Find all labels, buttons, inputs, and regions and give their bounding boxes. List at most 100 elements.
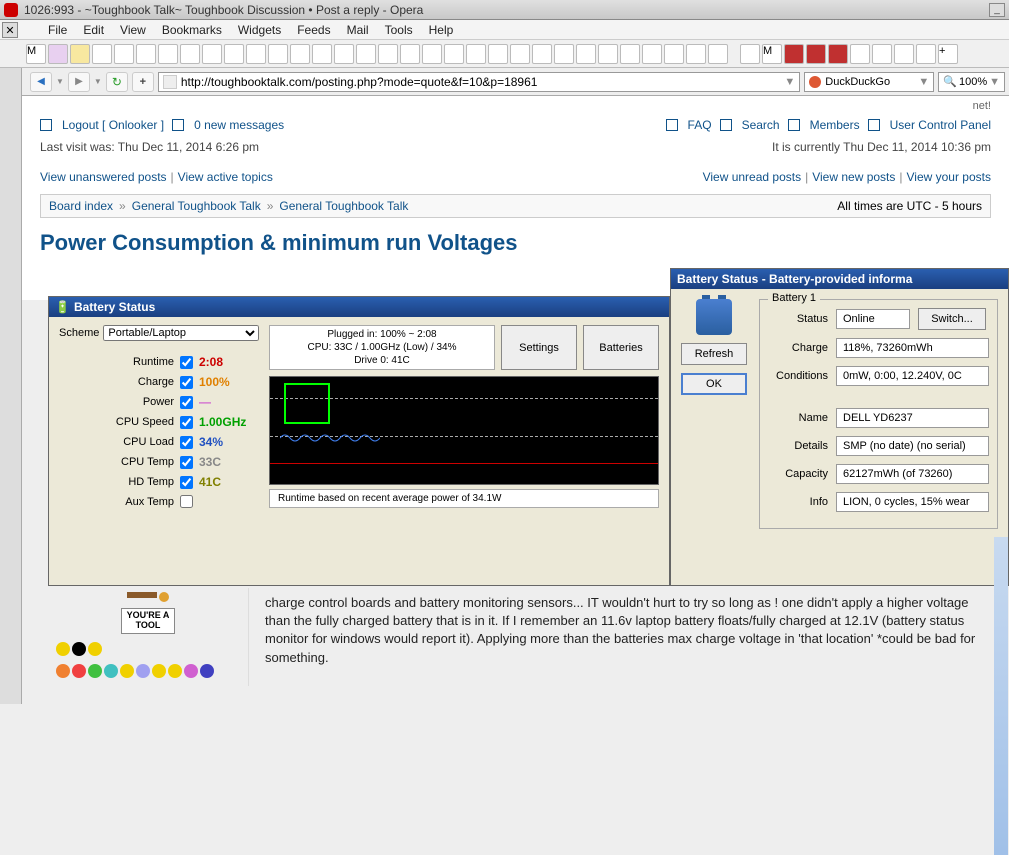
emoticon-icon[interactable] (120, 664, 134, 678)
toolbar-icon[interactable] (576, 44, 596, 64)
toolbar-icon[interactable] (136, 44, 156, 64)
toolbar-icon[interactable] (664, 44, 684, 64)
refresh-button[interactable] (106, 72, 128, 92)
emoticon-icon[interactable] (184, 664, 198, 678)
emoticon-icon[interactable] (88, 642, 102, 656)
toolbar-icon[interactable]: M (762, 44, 782, 64)
logout-link[interactable]: Logout [ Onlooker ] (62, 118, 164, 132)
toolbar-icon[interactable] (598, 44, 618, 64)
toolbar-icon[interactable] (532, 44, 552, 64)
cpuspeed-checkbox[interactable] (180, 416, 193, 429)
address-bar[interactable]: ▼ (158, 72, 800, 92)
settings-button[interactable]: Settings (501, 325, 577, 370)
toolbar-icon[interactable] (850, 44, 870, 64)
menu-mail[interactable]: Mail (339, 23, 377, 37)
toolbar-icon[interactable] (444, 44, 464, 64)
menu-file[interactable]: File (40, 23, 75, 37)
toolbar-icon[interactable] (290, 44, 310, 64)
url-input[interactable] (181, 75, 785, 89)
emoticon-icon[interactable] (72, 664, 86, 678)
battery-app-titlebar[interactable]: Battery Status (49, 297, 669, 317)
search-engine-box[interactable]: DuckDuckGo ▼ (804, 72, 934, 92)
add-bookmark-button[interactable] (132, 72, 154, 92)
toolbar-icon[interactable] (642, 44, 662, 64)
switch-button[interactable]: Switch... (918, 308, 986, 330)
view-your-link[interactable]: View your posts (907, 170, 992, 184)
menu-tools[interactable]: Tools (377, 23, 421, 37)
faq-link[interactable]: FAQ (688, 118, 712, 132)
toolbar-icon[interactable] (158, 44, 178, 64)
emoticon-icon[interactable] (104, 664, 118, 678)
toolbar-icon[interactable] (554, 44, 574, 64)
toolbar-icon[interactable]: M (26, 44, 46, 64)
battery-panel-titlebar[interactable]: Battery Status - Battery-provided inform… (671, 269, 1008, 289)
view-active-link[interactable]: View active topics (178, 170, 273, 184)
tab-close-button[interactable]: ✕ (2, 22, 18, 38)
emoticon-icon[interactable] (152, 664, 166, 678)
runtime-checkbox[interactable] (180, 356, 193, 369)
toolbar-icon[interactable] (708, 44, 728, 64)
menu-bookmarks[interactable]: Bookmarks (154, 23, 230, 37)
cpuload-checkbox[interactable] (180, 436, 193, 449)
menu-edit[interactable]: Edit (75, 23, 112, 37)
toolbar-icon[interactable] (378, 44, 398, 64)
view-new-link[interactable]: View new posts (812, 170, 895, 184)
members-link[interactable]: Members (810, 118, 860, 132)
toolbar-icon[interactable] (488, 44, 508, 64)
emoticon-icon[interactable] (136, 664, 150, 678)
toolbar-icon[interactable] (334, 44, 354, 64)
toolbar-icon[interactable] (806, 44, 826, 64)
toolbar-icon[interactable] (422, 44, 442, 64)
view-unanswered-link[interactable]: View unanswered posts (40, 170, 167, 184)
emoticon-icon[interactable] (56, 642, 70, 656)
toolbar-icon[interactable] (312, 44, 332, 64)
batteries-button[interactable]: Batteries (583, 325, 659, 370)
refresh-button[interactable]: Refresh (681, 343, 747, 365)
toolbar-icon[interactable] (268, 44, 288, 64)
emoticon-icon[interactable] (88, 664, 102, 678)
emoticon-icon[interactable] (200, 664, 214, 678)
toolbar-icon[interactable] (784, 44, 804, 64)
emoticon-icon[interactable] (56, 664, 70, 678)
toolbar-icon[interactable] (180, 44, 200, 64)
toolbar-icon[interactable] (246, 44, 266, 64)
power-checkbox[interactable] (180, 396, 193, 409)
toolbar-add-icon[interactable]: + (938, 44, 958, 64)
toolbar-icon[interactable] (356, 44, 376, 64)
ok-button[interactable]: OK (681, 373, 747, 395)
toolbar-icon[interactable] (872, 44, 892, 64)
cputemp-checkbox[interactable] (180, 456, 193, 469)
toolbar-icon[interactable] (894, 44, 914, 64)
zoom-control[interactable]: 🔍 100% ▼ (938, 72, 1005, 92)
breadcrumb-board[interactable]: Board index (49, 199, 113, 213)
toolbar-icon[interactable] (740, 44, 760, 64)
menu-feeds[interactable]: Feeds (289, 23, 338, 37)
back-button[interactable] (30, 72, 52, 92)
breadcrumb-forum-2[interactable]: General Toughbook Talk (279, 199, 408, 213)
toolbar-icon[interactable] (686, 44, 706, 64)
auxtemp-checkbox[interactable] (180, 495, 193, 508)
toolbar-icon[interactable] (92, 44, 112, 64)
view-unread-link[interactable]: View unread posts (703, 170, 802, 184)
emoticon-icon[interactable] (72, 642, 86, 656)
forward-button[interactable] (68, 72, 90, 92)
search-link[interactable]: Search (742, 118, 780, 132)
messages-link[interactable]: 0 new messages (194, 118, 284, 132)
panel-scrollbar[interactable] (994, 537, 1008, 855)
minimize-button[interactable]: _ (989, 3, 1005, 17)
toolbar-icon[interactable] (224, 44, 244, 64)
toolbar-icon[interactable] (114, 44, 134, 64)
charge-checkbox[interactable] (180, 376, 193, 389)
emoticon-icon[interactable] (168, 664, 182, 678)
toolbar-icon[interactable] (828, 44, 848, 64)
toolbar-icon[interactable] (70, 44, 90, 64)
toolbar-icon[interactable] (620, 44, 640, 64)
toolbar-icon[interactable] (510, 44, 530, 64)
breadcrumb-forum-1[interactable]: General Toughbook Talk (132, 199, 261, 213)
scheme-select[interactable]: Portable/Laptop (103, 325, 259, 341)
hdtemp-checkbox[interactable] (180, 476, 193, 489)
toolbar-icon[interactable] (202, 44, 222, 64)
menu-widgets[interactable]: Widgets (230, 23, 289, 37)
menu-help[interactable]: Help (421, 23, 462, 37)
toolbar-icon[interactable] (48, 44, 68, 64)
